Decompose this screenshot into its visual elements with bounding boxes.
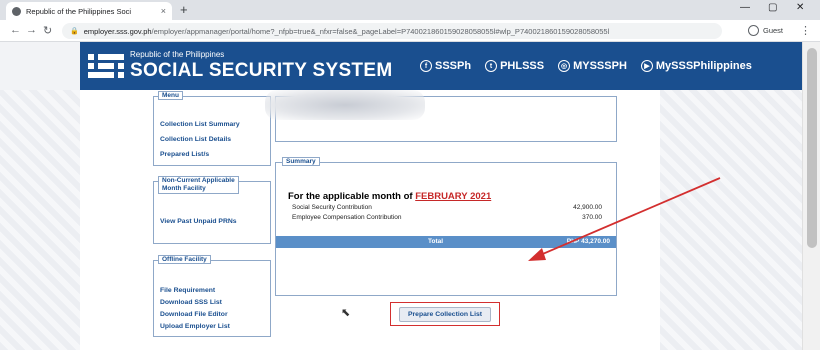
- summary-legend: Summary: [282, 157, 320, 166]
- upload-employer-list-link[interactable]: Upload Employer List: [154, 321, 270, 333]
- offline-legend: Offline Facility: [158, 255, 211, 264]
- prepare-highlight-box: Prepare Collection List: [390, 302, 500, 326]
- lock-icon: 🔒: [70, 28, 79, 35]
- contribution-row: Social Security Contribution 42,900.00: [292, 204, 614, 211]
- non-current-legend: Non-Current Applicable Month Facility: [158, 176, 239, 194]
- total-bar: Total PhP 43,270.00: [276, 236, 616, 248]
- youtube-icon: ▶: [640, 60, 653, 72]
- collection-list-summary-link[interactable]: Collection List Summary: [154, 117, 270, 132]
- maximize-button[interactable]: ▢: [768, 2, 777, 13]
- page-viewport: Republic of the Philippines SOCIAL SECUR…: [0, 42, 820, 350]
- row-label: Social Security Contribution: [292, 204, 372, 211]
- scrollbar[interactable]: [802, 42, 820, 350]
- non-current-legend-line2: Month Facility: [162, 185, 206, 192]
- profile-button[interactable]: Guest: [748, 25, 783, 36]
- month-prefix: For the applicable month of: [288, 191, 416, 202]
- prepare-collection-list-button[interactable]: Prepare Collection List: [398, 306, 492, 322]
- facebook-icon: f: [420, 60, 432, 72]
- twitter-icon: t: [485, 60, 498, 72]
- mouse-cursor-icon: ⬉: [341, 307, 351, 319]
- more-menu-icon[interactable]: ⋮: [800, 24, 811, 37]
- non-current-panel: Non-Current Applicable Month Facility Vi…: [153, 176, 271, 244]
- close-tab-icon[interactable]: ×: [161, 6, 166, 16]
- twitter-link[interactable]: t PHLSSS: [485, 60, 544, 72]
- download-file-editor-link[interactable]: Download File Editor: [154, 309, 270, 321]
- download-sss-list-link[interactable]: Download SSS List: [154, 297, 270, 309]
- twitter-label: PHLSSS: [500, 60, 545, 72]
- offline-facility-panel: Offline Facility File Requirement Downlo…: [153, 255, 271, 337]
- youtube-label: MySSSPhilippines: [655, 60, 752, 72]
- row-amount: 370.00: [582, 214, 602, 221]
- total-amount: PhP 43,270.00: [566, 238, 610, 245]
- close-window-button[interactable]: ✕: [796, 2, 804, 13]
- instagram-label: MYSSSPH: [573, 60, 627, 72]
- summary-panel: Summary For the applicable month of FEBR…: [275, 157, 617, 296]
- url-path: /employer/appmanager/portal/home?_nfpb=t…: [151, 26, 610, 36]
- globe-icon: [12, 6, 21, 16]
- tab-title: Republic of the Philippines Soci: [26, 6, 132, 16]
- row-label: Employee Compensation Contribution: [292, 214, 402, 221]
- scrollbar-thumb[interactable]: [807, 48, 817, 248]
- banner-subtitle: Republic of the Philippines: [130, 50, 225, 59]
- browser-tab-bar: Republic of the Philippines Soci × + — ▢…: [0, 0, 820, 20]
- minimize-button[interactable]: —: [740, 2, 750, 13]
- menu-panel: Menu Collection List Summary Collection …: [153, 91, 271, 166]
- url-bar[interactable]: 🔒 employer.sss.gov.ph /employer/appmanag…: [62, 23, 722, 39]
- background-pattern-right: [660, 90, 802, 350]
- applicable-month: For the applicable month of FEBRUARY 202…: [288, 191, 491, 202]
- youtube-link[interactable]: ▶ MySSSPhilippines: [640, 60, 752, 72]
- banner-title: SOCIAL SECURITY SYSTEM: [130, 60, 393, 81]
- total-label: Total: [428, 238, 444, 245]
- reload-icon[interactable]: ↻: [43, 24, 52, 37]
- redacted-employer-name: [265, 90, 425, 120]
- site-banner: Republic of the Philippines SOCIAL SECUR…: [80, 42, 802, 90]
- new-tab-button[interactable]: +: [180, 2, 188, 17]
- social-links: f SSSPh t PHLSSS ◎ MYSSSPH ▶ MySSSPhilip…: [420, 60, 752, 72]
- view-past-unpaid-prns-link[interactable]: View Past Unpaid PRNs: [154, 214, 270, 229]
- forward-arrow-icon[interactable]: →: [26, 24, 37, 36]
- contribution-row: Employee Compensation Contribution 370.0…: [292, 214, 614, 221]
- instagram-link[interactable]: ◎ MYSSSPH: [558, 60, 627, 72]
- menu-legend: Menu: [158, 91, 183, 100]
- main-content: Menu Collection List Summary Collection …: [80, 90, 660, 350]
- avatar-icon: [748, 25, 759, 36]
- facebook-link[interactable]: f SSSPh: [420, 60, 471, 72]
- facebook-label: SSSPh: [435, 60, 472, 72]
- non-current-legend-line1: Non-Current Applicable: [162, 177, 235, 184]
- background-pattern-left: [0, 90, 80, 350]
- sss-logo-icon: [88, 54, 124, 78]
- file-requirement-link[interactable]: File Requirement: [154, 285, 270, 297]
- back-arrow-icon[interactable]: ←: [10, 24, 21, 36]
- address-toolbar: ← → ↻ 🔒 employer.sss.gov.ph /employer/ap…: [0, 20, 820, 42]
- profile-label: Guest: [763, 26, 784, 35]
- url-host: employer.sss.gov.ph: [83, 26, 152, 36]
- instagram-icon: ◎: [558, 60, 571, 72]
- prepared-lists-link[interactable]: Prepared List/s: [154, 147, 270, 162]
- collection-list-details-link[interactable]: Collection List Details: [154, 132, 270, 147]
- month-value: FEBRUARY 2021: [415, 191, 492, 202]
- browser-tab[interactable]: Republic of the Philippines Soci ×: [6, 2, 172, 20]
- row-amount: 42,900.00: [573, 204, 602, 211]
